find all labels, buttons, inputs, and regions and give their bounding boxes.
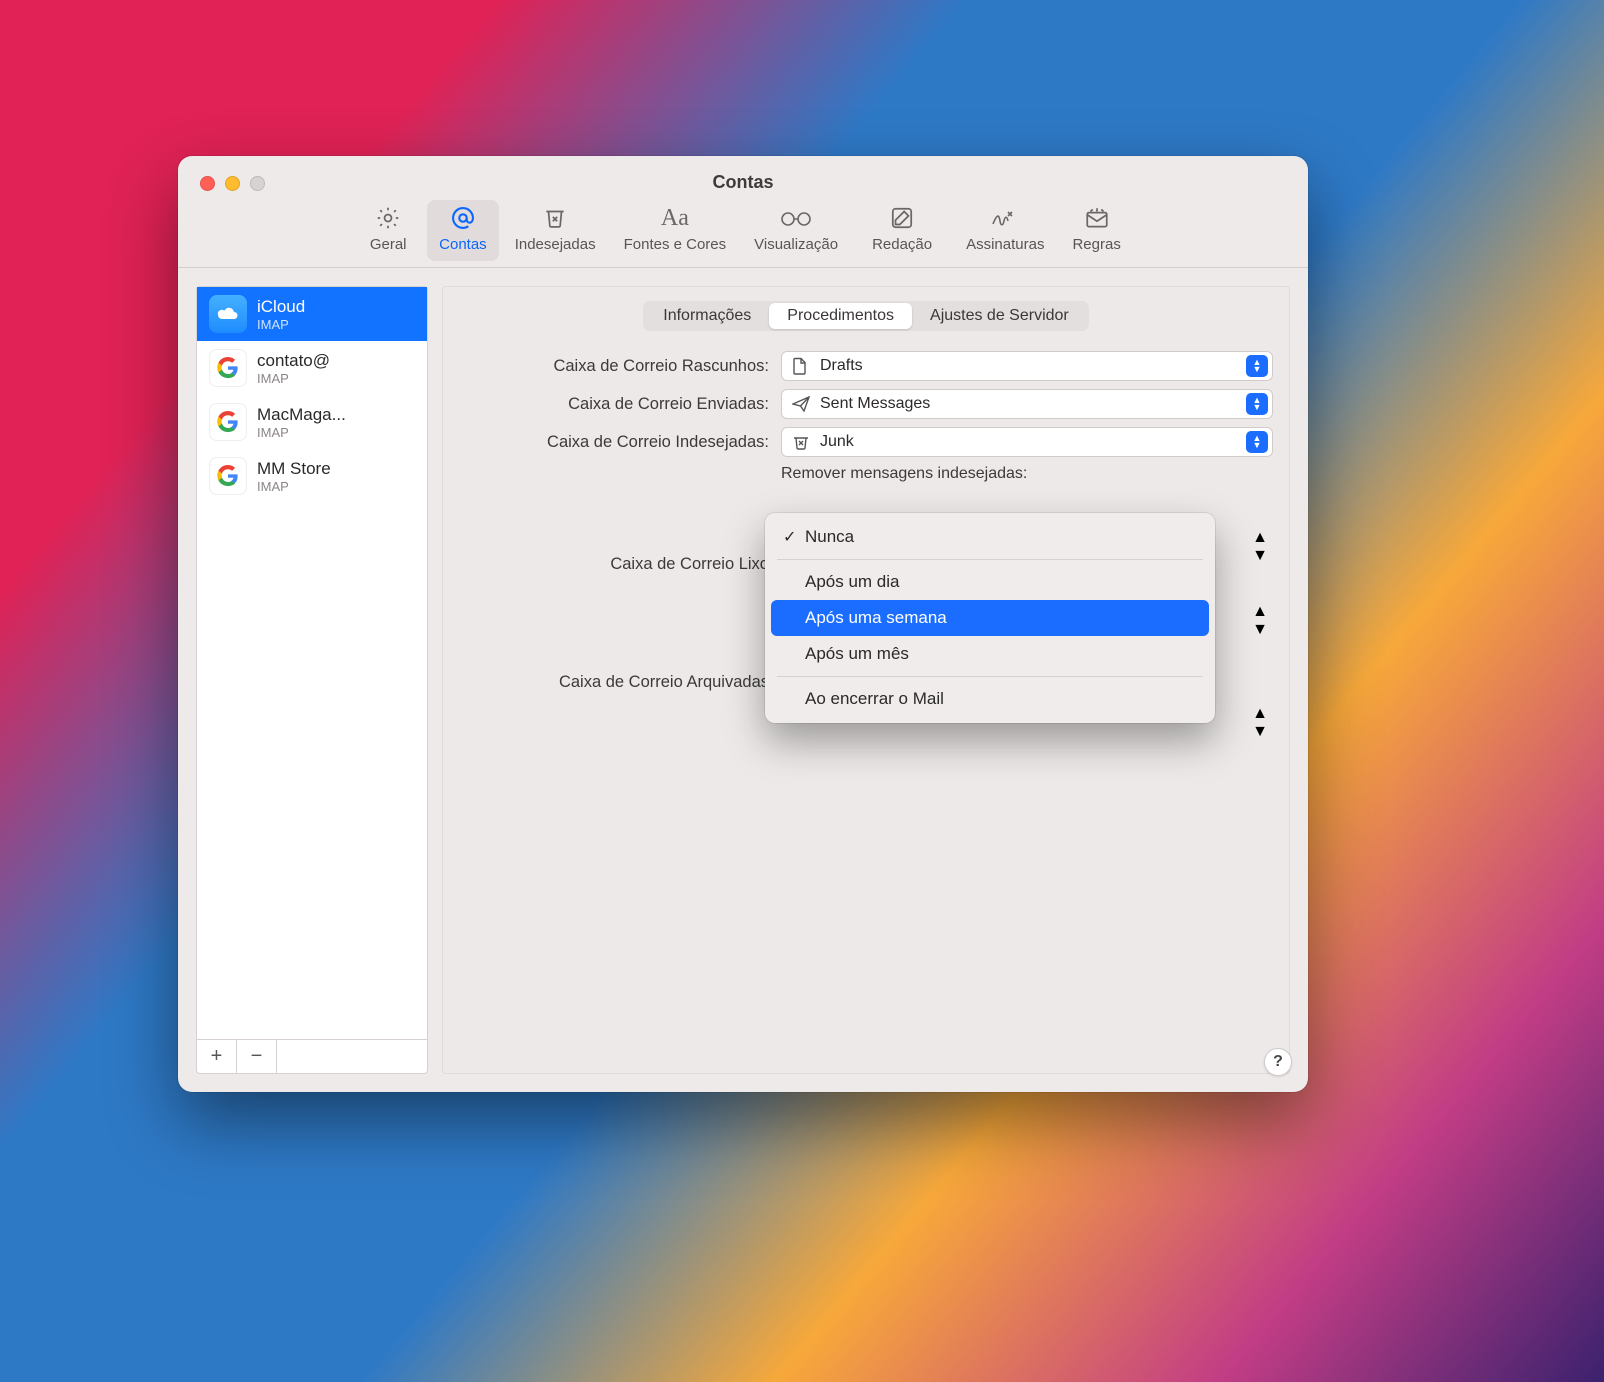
google-icon: [209, 457, 247, 495]
help-button[interactable]: ?: [1264, 1048, 1292, 1076]
cloud-icon: [209, 295, 247, 333]
account-item-macmaga[interactable]: MacMaga... IMAP: [197, 395, 427, 449]
chevron-updown-icon: ▲▼: [1246, 431, 1268, 453]
account-type: IMAP: [257, 371, 330, 386]
row-drafts: Caixa de Correio Rascunhos: Drafts ▲▼: [459, 351, 1273, 381]
account-type: IMAP: [257, 425, 346, 440]
toolbar-junk[interactable]: Indesejadas: [503, 200, 608, 261]
window-title: Contas: [178, 172, 1308, 193]
paperplane-icon: [792, 396, 810, 412]
row-junk: Caixa de Correio Indesejadas: Junk ▲▼: [459, 427, 1273, 457]
menu-item-dia[interactable]: Após um dia: [771, 564, 1209, 600]
toolbar-label: Contas: [439, 236, 487, 253]
account-text: MM Store IMAP: [257, 459, 331, 494]
google-icon: [209, 403, 247, 441]
accounts-sidebar: iCloud IMAP contato@ IMAP: [196, 286, 428, 1074]
select-sent[interactable]: Sent Messages ▲▼: [781, 389, 1273, 419]
toolbar-label: Regras: [1072, 236, 1120, 253]
document-icon: [792, 357, 810, 375]
account-item-icloud[interactable]: iCloud IMAP: [197, 287, 427, 341]
select-value: Junk: [820, 433, 854, 451]
junk-icon: [792, 434, 810, 450]
tab-ajustes-servidor[interactable]: Ajustes de Servidor: [912, 303, 1087, 329]
label-trash: Caixa de Correio Lixo: [459, 555, 769, 574]
content-area: iCloud IMAP contato@ IMAP: [178, 268, 1308, 1092]
account-text: MacMaga... IMAP: [257, 405, 346, 440]
toolbar-signatures[interactable]: Assinaturas: [954, 200, 1056, 261]
toolbar-label: Fontes e Cores: [624, 236, 727, 253]
toolbar-label: Geral: [370, 236, 407, 253]
menu-separator: [777, 676, 1203, 677]
rules-icon: [1084, 204, 1110, 232]
toolbar-fonts[interactable]: Aa Fontes e Cores: [612, 200, 739, 261]
compose-icon: [889, 204, 915, 232]
toolbar: Geral Contas Indesejadas Aa Fontes e Cor…: [178, 200, 1308, 261]
chevron-updown-icon: ▲▼: [1246, 355, 1268, 377]
account-text: iCloud IMAP: [257, 297, 305, 332]
label-drafts: Caixa de Correio Rascunhos:: [459, 357, 769, 376]
remove-junk-menu[interactable]: Nunca Após um dia Após uma semana Após u…: [765, 513, 1215, 723]
toolbar-accounts[interactable]: Contas: [427, 200, 499, 261]
menu-item-encerrar[interactable]: Ao encerrar o Mail: [771, 681, 1209, 717]
accounts-list: iCloud IMAP contato@ IMAP: [197, 287, 427, 1039]
glasses-icon: [779, 204, 813, 232]
account-item-contato[interactable]: contato@ IMAP: [197, 341, 427, 395]
menu-item-mes[interactable]: Após um mês: [771, 636, 1209, 672]
menu-separator: [777, 559, 1203, 560]
select-value: Drafts: [820, 357, 863, 375]
toolbar-rules[interactable]: Regras: [1060, 200, 1132, 261]
account-type: IMAP: [257, 317, 305, 332]
toolbar-viewing[interactable]: Visualização: [742, 200, 850, 261]
tab-procedimentos[interactable]: Procedimentos: [769, 303, 912, 329]
account-type: IMAP: [257, 479, 331, 494]
panel-tabs: Informações Procedimentos Ajustes de Ser…: [643, 301, 1089, 331]
settings-panel: Informações Procedimentos Ajustes de Ser…: [442, 286, 1290, 1074]
account-text: contato@ IMAP: [257, 351, 330, 386]
sidebar-footer-spacer: [277, 1040, 427, 1073]
fonts-icon: Aa: [661, 204, 689, 232]
account-name: MacMaga...: [257, 405, 346, 425]
add-account-button[interactable]: +: [197, 1040, 237, 1073]
sidebar-footer: + −: [197, 1039, 427, 1073]
toolbar-label: Indesejadas: [515, 236, 596, 253]
signature-icon: [990, 204, 1020, 232]
remove-account-button[interactable]: −: [237, 1040, 277, 1073]
toolbar-label: Redação: [872, 236, 932, 253]
chevron-updown-icon: ▲▼: [1252, 529, 1268, 553]
account-item-mmstore[interactable]: MM Store IMAP: [197, 449, 427, 503]
toolbar-label: Assinaturas: [966, 236, 1044, 253]
titlebar: Contas Geral Contas Indesejadas: [178, 156, 1308, 268]
label-sent: Caixa de Correio Enviadas:: [459, 395, 769, 414]
account-name: iCloud: [257, 297, 305, 317]
chevron-updown-icon: ▲▼: [1252, 603, 1268, 627]
toolbar-general[interactable]: Geral: [353, 200, 423, 261]
account-name: contato@: [257, 351, 330, 371]
toolbar-label: Visualização: [754, 236, 838, 253]
chevron-updown-icon: ▲▼: [1252, 705, 1268, 729]
toolbar-composing[interactable]: Redação: [854, 200, 950, 261]
label-remove-junk: Remover mensagens indesejadas:: [781, 465, 1273, 483]
trash-x-icon: [542, 204, 568, 232]
menu-item-nunca[interactable]: Nunca: [771, 519, 1209, 555]
label-junk: Caixa de Correio Indesejadas:: [459, 433, 769, 452]
select-value: Sent Messages: [820, 395, 930, 413]
select-junk[interactable]: Junk ▲▼: [781, 427, 1273, 457]
menu-item-semana[interactable]: Após uma semana: [771, 600, 1209, 636]
row-sent: Caixa de Correio Enviadas: Sent Messages…: [459, 389, 1273, 419]
at-icon: [449, 204, 477, 232]
tab-informacoes[interactable]: Informações: [645, 303, 769, 329]
google-icon: [209, 349, 247, 387]
chevron-updown-icon: ▲▼: [1246, 393, 1268, 415]
select-drafts[interactable]: Drafts ▲▼: [781, 351, 1273, 381]
preferences-window: Contas Geral Contas Indesejadas: [178, 156, 1308, 1092]
label-archive: Caixa de Correio Arquivadas: [459, 673, 769, 692]
gear-icon: [375, 204, 401, 232]
account-name: MM Store: [257, 459, 331, 479]
